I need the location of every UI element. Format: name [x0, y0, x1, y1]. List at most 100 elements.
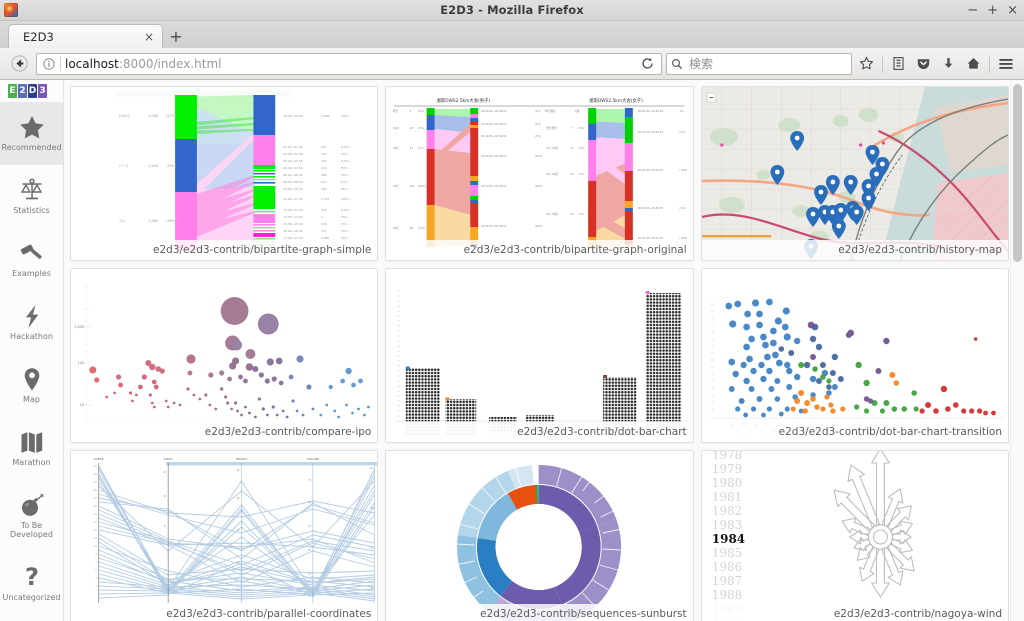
svg-text:人数: 人数: [575, 109, 581, 113]
sidebar-item-hackathon[interactable]: Hackathon: [0, 291, 63, 354]
tab-close-icon[interactable]: ×: [142, 30, 156, 44]
card-caption: e2d3/e2d3-contrib/bipartite-graph-origin…: [386, 240, 693, 260]
lightning-bolt-icon: [19, 304, 45, 330]
svg-text:(13%): (13%): [535, 224, 543, 228]
card-nagoya-wind[interactable]: 1978 1979 1980 1981 1982 1983 1984 1985 …: [700, 450, 1009, 621]
svg-text:1984: 1984: [712, 532, 745, 546]
sidebar-item-examples[interactable]: Examples: [0, 228, 63, 291]
gavel-icon: [19, 241, 45, 267]
tab-title: E2D3: [23, 29, 54, 44]
scrollbar-thumb[interactable]: [1013, 84, 1022, 262]
sidebar-item-uncategorized[interactable]: ? Uncategorized: [0, 552, 63, 615]
library-icon[interactable]: [886, 52, 911, 76]
sidebar-item-statistics[interactable]: Statistics: [0, 165, 63, 228]
page-content: E 2 D 3 Recommended Statistics Examples …: [0, 80, 1024, 621]
card-compare-ipo[interactable]: 1,000 100 10 e2d3/e2d3-contrib/compare-i…: [70, 268, 379, 443]
card-bipartite-graph-original[interactable]: 湘南OWS2.5km大会(男子) 湘南OWS2.5km大会(女子) 総合 4 (…: [385, 86, 694, 261]
svg-text:147: 147: [321, 229, 327, 233]
minimize-button[interactable]: −: [967, 4, 978, 17]
bomb-icon: [19, 493, 45, 519]
svg-text:00:45:00~00:49:59: 00:45:00~00:49:59: [638, 206, 664, 210]
history-map-visualization: [701, 87, 1008, 260]
svg-text:427: 427: [321, 145, 327, 149]
reload-icon[interactable]: [635, 57, 659, 70]
sidebar-item-to-be-developed[interactable]: To Be Developed: [0, 480, 63, 552]
parallel-coordinates-visualization: TREE# GIRTH HEIGHT VOLUME 31 29 27 25 23…: [71, 451, 378, 621]
card-caption: e2d3/e2d3-contrib/sequences-sunburst: [386, 604, 693, 621]
star-icon: [19, 115, 45, 141]
svg-text:89: 89: [410, 226, 414, 230]
svg-text:(1%): (1%): [579, 126, 585, 130]
info-circle-icon[interactable]: [39, 57, 59, 70]
svg-text:1%: 1%: [680, 109, 685, 113]
svg-text:1,793: 1,793: [321, 197, 330, 201]
browser-tab-e2d3[interactable]: E2D3 ×: [8, 24, 163, 48]
logo-letter-d: D: [28, 84, 37, 98]
svg-text:16:00~16:59: 16:00~16:59: [283, 229, 303, 233]
svg-text:(1%): (1%): [418, 109, 424, 113]
svg-text:1988: 1988: [712, 588, 742, 602]
axis-label-tree: TREE#: [93, 457, 105, 461]
back-arrow-icon[interactable]: [6, 52, 32, 76]
sidebar-item-label: Map: [23, 394, 40, 404]
download-arrow-icon[interactable]: [936, 52, 961, 76]
svg-text:13:00~13:59: 13:00~13:59: [283, 208, 303, 212]
window-controls: − + ×: [967, 0, 1018, 20]
card-parallel-coordinates[interactable]: TREE# GIRTH HEIGHT VOLUME 31 29 27 25 23…: [70, 450, 379, 621]
svg-text:364: 364: [321, 187, 327, 191]
svg-text:04:00~04:59: 04:00~04:59: [283, 166, 303, 170]
svg-text:(1%): (1%): [535, 109, 541, 113]
svg-text:00:00:00~00:34:59: 00:00:00~00:34:59: [481, 109, 507, 113]
toolbar-divider-2: [989, 54, 990, 73]
card-sequences-sunburst[interactable]: e2d3/e2d3-contrib/sequences-sunburst: [385, 450, 694, 621]
url-host: localhost: [65, 56, 119, 71]
star-icon[interactable]: [854, 52, 879, 76]
search-input[interactable]: [687, 55, 847, 72]
svg-text:(1%): (1%): [680, 130, 686, 134]
sidebar-item-map[interactable]: Map: [0, 354, 63, 417]
svg-text:06:00~06:59: 06:00~06:59: [283, 173, 303, 177]
search-bar[interactable]: [666, 52, 852, 75]
home-icon[interactable]: [961, 52, 986, 76]
svg-text:(5%): (5%): [341, 166, 348, 170]
question-mark-icon: ?: [19, 563, 45, 591]
chart-title-female: 湘南OWS2.5km大会(女子): [589, 97, 643, 104]
svg-text:30~39歳: 30~39歳: [547, 212, 559, 216]
sidebar-item-label: To Be Developed: [10, 520, 53, 540]
svg-text:フル: フル: [119, 218, 126, 223]
svg-text:(2%): (2%): [341, 180, 348, 184]
chart-title-male: 湘南OWS2.5km大会(男子): [437, 97, 491, 104]
gallery-scrollbar[interactable]: [1010, 80, 1024, 621]
sidebar-item-label: Examples: [12, 268, 51, 278]
pocket-icon[interactable]: [911, 52, 936, 76]
svg-text:(43%): (43%): [418, 184, 426, 188]
svg-text:100: 100: [77, 361, 83, 365]
axis-label-volume: VOLUME: [307, 457, 320, 461]
hamburger-menu-icon[interactable]: [993, 52, 1018, 76]
svg-text:28: 28: [410, 126, 414, 130]
logo-letter-3: 3: [38, 84, 47, 98]
tab-bar: E2D3 × +: [0, 21, 1024, 48]
maximize-button[interactable]: +: [987, 4, 998, 17]
sequences-sunburst-visualization: [386, 451, 693, 621]
sidebar-item-recommended[interactable]: Recommended: [0, 102, 63, 165]
card-dot-bar-chart-transition[interactable]: e2d3/e2d3-contrib/dot-bar-chart-transiti…: [700, 268, 1009, 443]
svg-text:1986: 1986: [712, 560, 742, 574]
new-tab-button[interactable]: +: [163, 24, 189, 48]
svg-text:1,008: 1,008: [321, 114, 330, 118]
window-title: E2D3 - Mozilla Firefox: [440, 3, 584, 17]
window-titlebar: E2D3 - Mozilla Firefox − + ×: [0, 0, 1024, 21]
card-caption: e2d3/e2d3-contrib/dot-bar-chart: [386, 422, 693, 442]
svg-text:33: 33: [571, 212, 575, 216]
svg-text:ハーフ: ハーフ: [119, 163, 129, 168]
dot-bar-chart-visualization: [386, 269, 693, 442]
svg-text:11:00~11:59: 11:00~11:59: [283, 197, 303, 201]
card-bipartite-graph-simple[interactable]: 10キロ 1,098 (27%) ハーフ 1,440 (35%) フル 1,562 (38%…: [70, 86, 379, 261]
card-dot-bar-chart[interactable]: e2d3/e2d3-contrib/dot-bar-chart: [385, 268, 694, 443]
card-history-map[interactable]: e2d3/e2d3-contrib/history-map: [700, 86, 1009, 261]
bipartite-graph-original-visualization: 湘南OWS2.5km大会(男子) 湘南OWS2.5km大会(女子) 総合 4 (…: [386, 87, 693, 260]
close-window-button[interactable]: ×: [1007, 4, 1018, 17]
sidebar-item-marathon[interactable]: Marathon: [0, 417, 63, 480]
svg-text:(1%): (1%): [535, 134, 541, 138]
url-bar[interactable]: localhost:8000/index.html: [36, 52, 662, 75]
